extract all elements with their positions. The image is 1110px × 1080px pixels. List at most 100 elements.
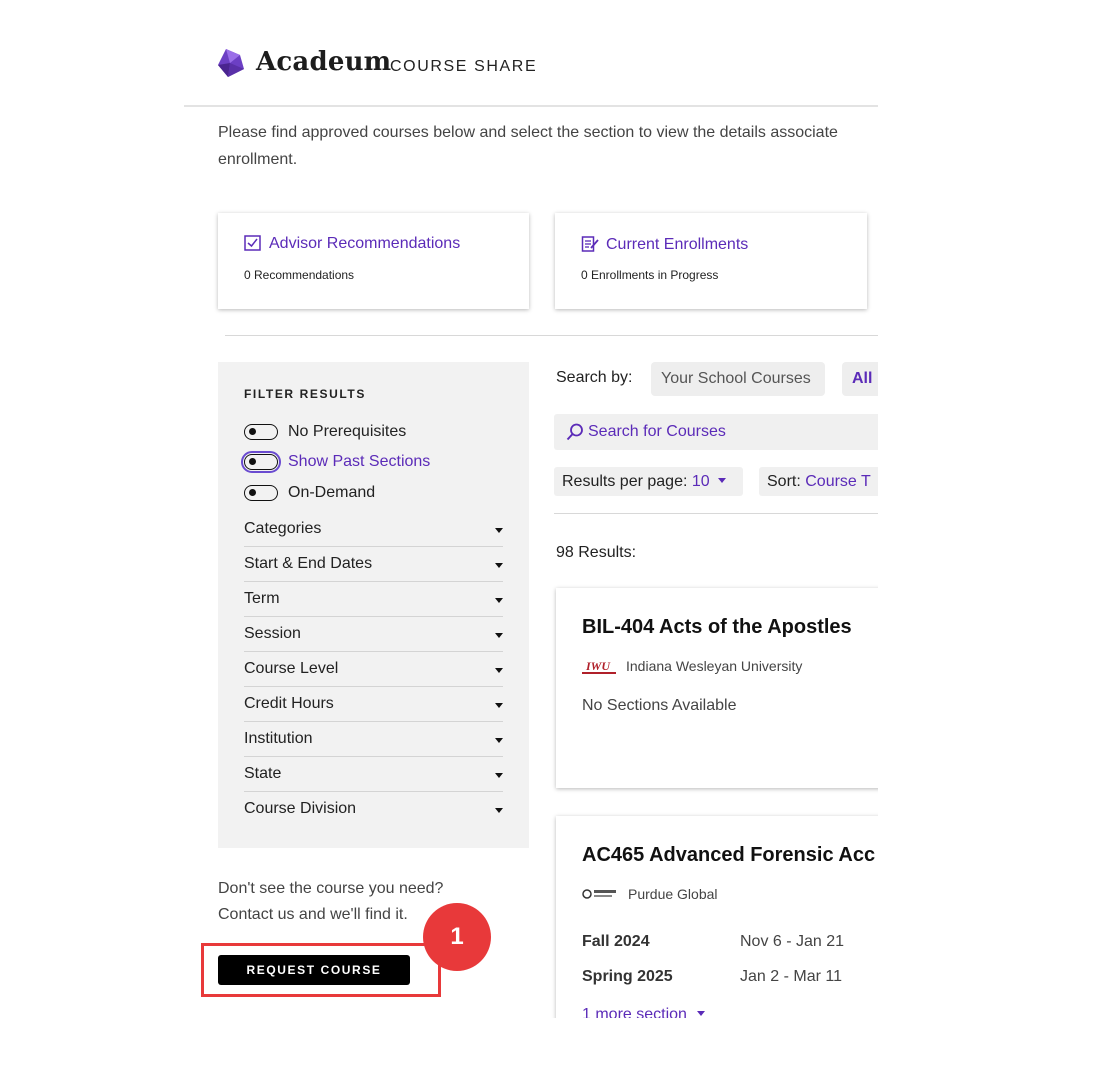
- intro-text: Please find approved courses below and s…: [218, 119, 878, 173]
- search-icon: [566, 423, 583, 441]
- search-by-label: Search by:: [556, 369, 633, 386]
- caret-down-icon: [495, 738, 503, 743]
- facet-credit-hours[interactable]: Credit Hours: [244, 688, 503, 722]
- course-title[interactable]: BIL-404 Acts of the Apostles: [582, 616, 852, 639]
- filter-results-heading: FILTER RESULTS: [244, 387, 366, 401]
- section-dates: Nov 6 - Jan 21: [740, 933, 845, 950]
- more-sections-label: 1 more section: [582, 1006, 687, 1018]
- toggle-knob: [249, 428, 256, 435]
- section-divider: [225, 335, 878, 336]
- toggle-knob: [249, 489, 256, 496]
- acadeum-logo-icon: [218, 49, 244, 77]
- app-frame: Acadeum COURSE SHARE Please find approve…: [184, 0, 878, 1018]
- help-line-1: Don't see the course you need?: [218, 880, 444, 897]
- brand-name: Acadeum: [256, 47, 392, 77]
- intro-line-1: Please find approved courses below and s…: [218, 124, 838, 141]
- facet-course-level[interactable]: Course Level: [244, 653, 503, 687]
- course-institution: IWU Indiana Wesleyan University: [582, 658, 802, 674]
- facet-term[interactable]: Term: [244, 583, 503, 617]
- header: Acadeum COURSE SHARE: [184, 0, 878, 107]
- section-term: Spring 2025: [582, 968, 673, 985]
- more-sections-link[interactable]: 1 more section: [582, 1006, 705, 1018]
- facet-label: Course Division: [244, 800, 357, 817]
- toggle-no-prerequisites[interactable]: No Prerequisites: [244, 421, 406, 443]
- toggle-switch[interactable]: [241, 451, 281, 473]
- facet-label: Session: [244, 625, 301, 642]
- facet-categories[interactable]: Categories: [244, 513, 503, 547]
- purdue-global-logo-icon: [582, 889, 616, 899]
- clipboard-edit-icon: [581, 236, 599, 252]
- current-enrollments-link[interactable]: Current Enrollments: [581, 235, 748, 254]
- product-name: COURSE SHARE: [390, 58, 538, 75]
- facet-start-end-dates[interactable]: Start & End Dates: [244, 548, 503, 582]
- toggle-label: No Prerequisites: [288, 423, 407, 440]
- toggle-show-past-sections[interactable]: Show Past Sections: [241, 451, 431, 473]
- svg-text:IWU: IWU: [585, 659, 611, 673]
- toggle-knob: [249, 458, 256, 465]
- course-card[interactable]: AC465 Advanced Forensic Acc Purdue Globa…: [556, 816, 878, 1018]
- results-per-page-label: Results per page:: [562, 473, 688, 490]
- facet-label: Credit Hours: [244, 695, 334, 712]
- facet-label: Institution: [244, 730, 313, 747]
- sort-select[interactable]: Sort: Course T: [759, 467, 878, 496]
- toggle-label: Show Past Sections: [288, 453, 431, 470]
- results-per-page-value: 10: [691, 473, 710, 490]
- no-sections-text: No Sections Available: [582, 697, 737, 714]
- caret-down-icon: [495, 633, 503, 638]
- search-box[interactable]: [554, 414, 878, 450]
- institution-name: Purdue Global: [628, 886, 718, 902]
- chip-all[interactable]: All: [842, 362, 878, 396]
- facet-label: Categories: [244, 520, 322, 537]
- callout-highlight: [201, 943, 441, 997]
- results-per-page-select[interactable]: Results per page: 10: [554, 467, 743, 496]
- advisor-recommendations-count: 0 Recommendations: [244, 268, 355, 282]
- results-count: 98 Results:: [556, 544, 637, 561]
- results-divider: [554, 513, 878, 514]
- current-enrollments-title: Current Enrollments: [606, 236, 749, 253]
- indiana-wesleyan-logo-icon: IWU: [582, 659, 616, 674]
- facet-state[interactable]: State: [244, 758, 503, 792]
- search-input[interactable]: [588, 414, 878, 450]
- caret-down-icon: [696, 1011, 705, 1016]
- facet-label: State: [244, 765, 282, 782]
- advisor-recommendations-title: Advisor Recommendations: [269, 235, 461, 252]
- toggle-on-demand[interactable]: On-Demand: [244, 482, 375, 504]
- checkbox-icon: [244, 235, 261, 251]
- facet-institution[interactable]: Institution: [244, 723, 503, 757]
- caret-down-icon: [495, 773, 503, 778]
- toggle-switch[interactable]: [244, 485, 278, 501]
- section-term: Fall 2024: [582, 933, 650, 950]
- sort-label: Sort:: [767, 473, 801, 490]
- facet-session[interactable]: Session: [244, 618, 503, 652]
- facet-course-division[interactable]: Course Division: [244, 793, 503, 827]
- advisor-recommendations-link[interactable]: Advisor Recommendations: [244, 235, 460, 253]
- chip-your-school-courses[interactable]: Your School Courses: [651, 362, 825, 396]
- course-title[interactable]: AC465 Advanced Forensic Acc: [582, 844, 875, 867]
- section-row[interactable]: Spring 2025 Jan 2 - Mar 11: [582, 968, 842, 986]
- section-row[interactable]: Fall 2024 Nov 6 - Jan 21: [582, 933, 844, 951]
- current-enrollments-card[interactable]: Current Enrollments 0 Enrollments in Pro…: [555, 213, 867, 309]
- callout-number-badge: 1: [423, 903, 491, 971]
- request-help-text: Don't see the course you need? Contact u…: [218, 876, 443, 928]
- caret-down-icon: [495, 703, 503, 708]
- caret-down-icon: [495, 563, 503, 568]
- caret-down-icon: [495, 808, 503, 813]
- course-card[interactable]: BIL-404 Acts of the Apostles IWU Indiana…: [556, 588, 878, 788]
- toggle-switch[interactable]: [244, 424, 278, 440]
- help-line-2: Contact us and we'll find it.: [218, 906, 408, 923]
- course-institution: Purdue Global: [582, 886, 718, 902]
- caret-down-icon: [495, 598, 503, 603]
- current-enrollments-count: 0 Enrollments in Progress: [581, 268, 719, 282]
- toggle-label: On-Demand: [288, 484, 376, 501]
- facet-label: Course Level: [244, 660, 339, 677]
- section-dates: Jan 2 - Mar 11: [740, 968, 842, 985]
- sort-value: Course T: [805, 473, 871, 490]
- caret-down-icon: [495, 668, 503, 673]
- advisor-recommendations-card[interactable]: Advisor Recommendations 0 Recommendation…: [218, 213, 529, 309]
- caret-down-icon: [495, 528, 503, 533]
- facet-label: Start & End Dates: [244, 555, 373, 572]
- filter-panel: FILTER RESULTS No Prerequisites Show Pas…: [218, 362, 529, 848]
- caret-down-icon: [717, 478, 726, 483]
- facet-label: Term: [244, 590, 280, 607]
- intro-line-2: enrollment.: [218, 151, 298, 168]
